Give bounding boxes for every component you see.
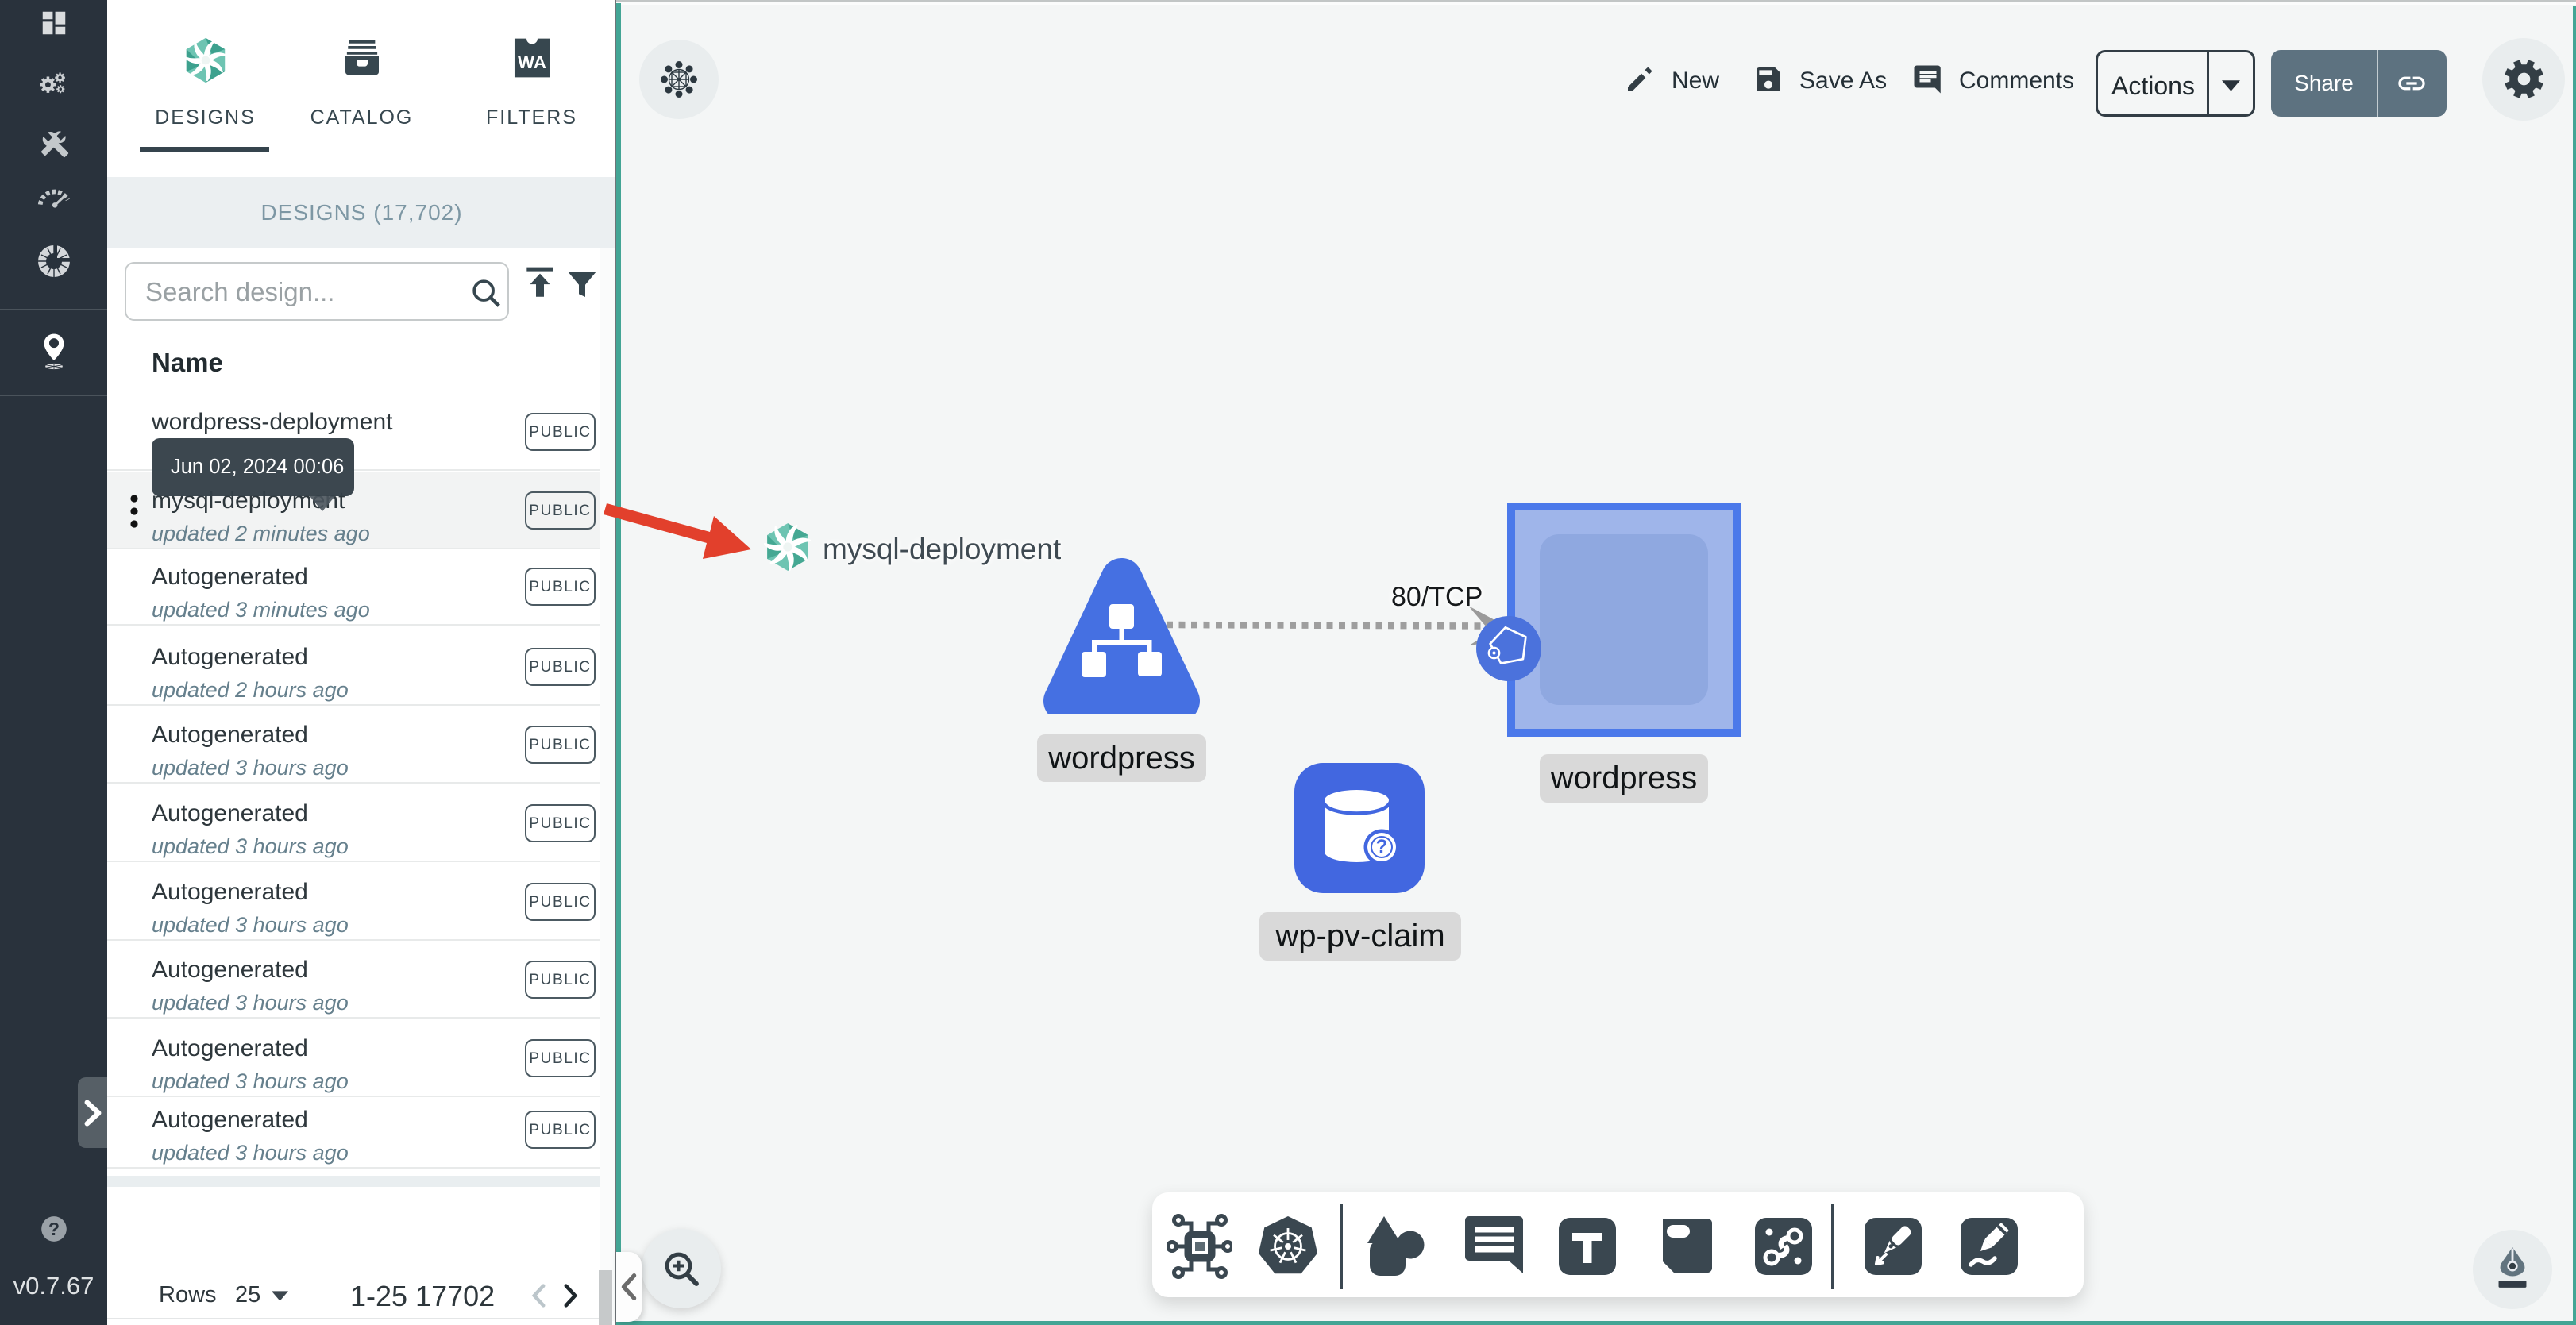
svg-text:?: ? [48, 1219, 59, 1239]
svg-text:WA: WA [518, 52, 546, 72]
